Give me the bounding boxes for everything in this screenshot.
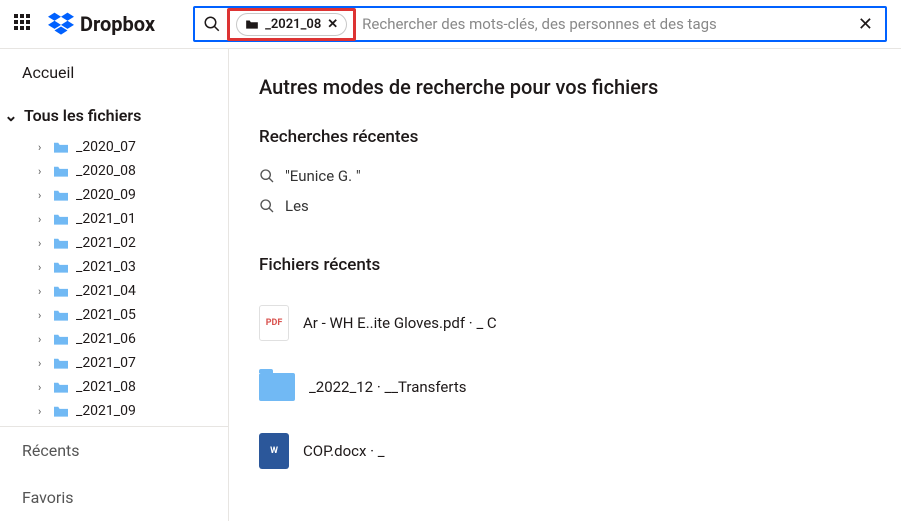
chevron-right-icon: › [38, 405, 46, 418]
chevron-down-icon: ⌄ [4, 106, 18, 125]
folder-icon [52, 260, 70, 274]
clear-search-icon[interactable]: ✕ [854, 14, 877, 35]
sidebar-favorites[interactable]: Favoris [0, 474, 228, 521]
other-search-ways-title: Autres modes de recherche pour vos fichi… [259, 75, 871, 99]
folder-label: _2021_09 [76, 403, 136, 419]
recent-search-item[interactable]: "Eunice G. " [259, 161, 871, 191]
sidebar-folder-item[interactable]: › _2021_08 [0, 375, 228, 399]
chevron-right-icon: › [38, 333, 46, 346]
sidebar-folder-item[interactable]: › _2020_07 [0, 135, 228, 159]
apps-grid-icon[interactable] [14, 14, 34, 34]
folder-label: _2021_02 [76, 235, 136, 251]
recent-file-item[interactable]: _2022_12 · __Transferts [259, 357, 871, 417]
folder-icon [259, 373, 295, 401]
chevron-right-icon: › [38, 141, 46, 154]
chevron-right-icon: › [38, 285, 46, 298]
chevron-right-icon: › [38, 357, 46, 370]
chevron-right-icon: › [38, 189, 46, 202]
folder-icon [52, 236, 70, 250]
sidebar-folder-item[interactable]: › _2021_02 [0, 231, 228, 255]
folder-label: _2021_01 [76, 211, 136, 227]
folder-icon [52, 308, 70, 322]
folder-label: _2021_07 [76, 355, 136, 371]
recent-search-text: "Eunice G. " [285, 167, 361, 185]
sidebar-folder-item[interactable]: › _2021_09 [0, 399, 228, 423]
sidebar-recents[interactable]: Récents [0, 427, 228, 474]
folder-label: _2020_08 [76, 163, 136, 179]
file-name: Ar - WH E..ite Gloves.pdf · _ C [303, 314, 497, 332]
search-input[interactable] [362, 15, 848, 33]
folder-icon [245, 18, 259, 30]
folder-icon [52, 332, 70, 346]
folder-label: _2021_03 [76, 259, 136, 275]
sidebar-folder-item[interactable]: › _2021_01 [0, 207, 228, 231]
recent-search-text: Les [285, 197, 309, 215]
dropbox-logo-icon [48, 11, 74, 37]
search-box[interactable]: _2021_08 ✕ ✕ [193, 6, 887, 42]
sidebar-folder-item[interactable]: › _2020_09 [0, 183, 228, 207]
brand-label: Dropbox [80, 12, 155, 36]
chevron-right-icon: › [38, 213, 46, 226]
sidebar-folder-item[interactable]: › _2021_03 [0, 255, 228, 279]
search-icon [259, 168, 275, 184]
sidebar-all-files[interactable]: ⌄ Tous les fichiers [0, 96, 228, 135]
sidebar-folder-list: › _2020_07 › _2020_08 › _2020_09 › _2021_01 › _20… [0, 135, 228, 426]
folder-label: _2021_06 [76, 331, 136, 347]
folder-icon [52, 284, 70, 298]
recent-file-item[interactable]: W COP.docx · _ [259, 417, 871, 485]
pdf-icon: PDF [259, 305, 289, 341]
recent-file-item[interactable]: PDF Ar - WH E..ite Gloves.pdf · _ C [259, 289, 871, 357]
chevron-right-icon: › [38, 165, 46, 178]
folder-icon [52, 212, 70, 226]
folder-label: _2020_09 [76, 187, 136, 203]
sidebar: Accueil ⌄ Tous les fichiers › _2020_07 › _2… [0, 49, 229, 521]
search-chip-highlight: _2021_08 ✕ [227, 8, 356, 41]
sidebar-folder-item[interactable]: › _2021_05 [0, 303, 228, 327]
folder-label: _2021_08 [76, 379, 136, 395]
recent-files-title: Fichiers récents [259, 255, 871, 275]
sidebar-home[interactable]: Accueil [0, 49, 228, 96]
file-name: COP.docx · _ [303, 442, 385, 460]
folder-icon [52, 140, 70, 154]
search-icon [259, 198, 275, 214]
file-name: _2022_12 · __Transferts [309, 378, 466, 396]
folder-label: _2020_07 [76, 139, 136, 155]
search-folder-chip[interactable]: _2021_08 ✕ [236, 13, 347, 36]
chevron-right-icon: › [38, 309, 46, 322]
search-icon [203, 15, 221, 33]
folder-icon [52, 188, 70, 202]
folder-icon [52, 356, 70, 370]
chip-remove-icon[interactable]: ✕ [327, 17, 338, 32]
word-icon: W [259, 433, 289, 469]
main-panel: Autres modes de recherche pour vos fichi… [229, 49, 901, 521]
sidebar-folder-item[interactable]: › _2020_08 [0, 159, 228, 183]
folder-label: _2021_04 [76, 283, 136, 299]
folder-icon [52, 404, 70, 418]
folder-icon [52, 164, 70, 178]
sidebar-folder-item[interactable]: › _2021_04 [0, 279, 228, 303]
folder-icon [52, 380, 70, 394]
sidebar-folder-item[interactable]: › _2021_06 [0, 327, 228, 351]
chevron-right-icon: › [38, 381, 46, 394]
chip-label: _2021_08 [265, 17, 321, 32]
sidebar-folder-item[interactable]: › _2021_07 [0, 351, 228, 375]
chevron-right-icon: › [38, 237, 46, 250]
sidebar-all-files-label: Tous les fichiers [24, 106, 141, 125]
folder-label: _2021_05 [76, 307, 136, 323]
chevron-right-icon: › [38, 261, 46, 274]
dropbox-brand[interactable]: Dropbox [48, 11, 155, 37]
recent-search-item[interactable]: Les [259, 191, 871, 221]
recent-searches-title: Recherches récentes [259, 127, 871, 147]
